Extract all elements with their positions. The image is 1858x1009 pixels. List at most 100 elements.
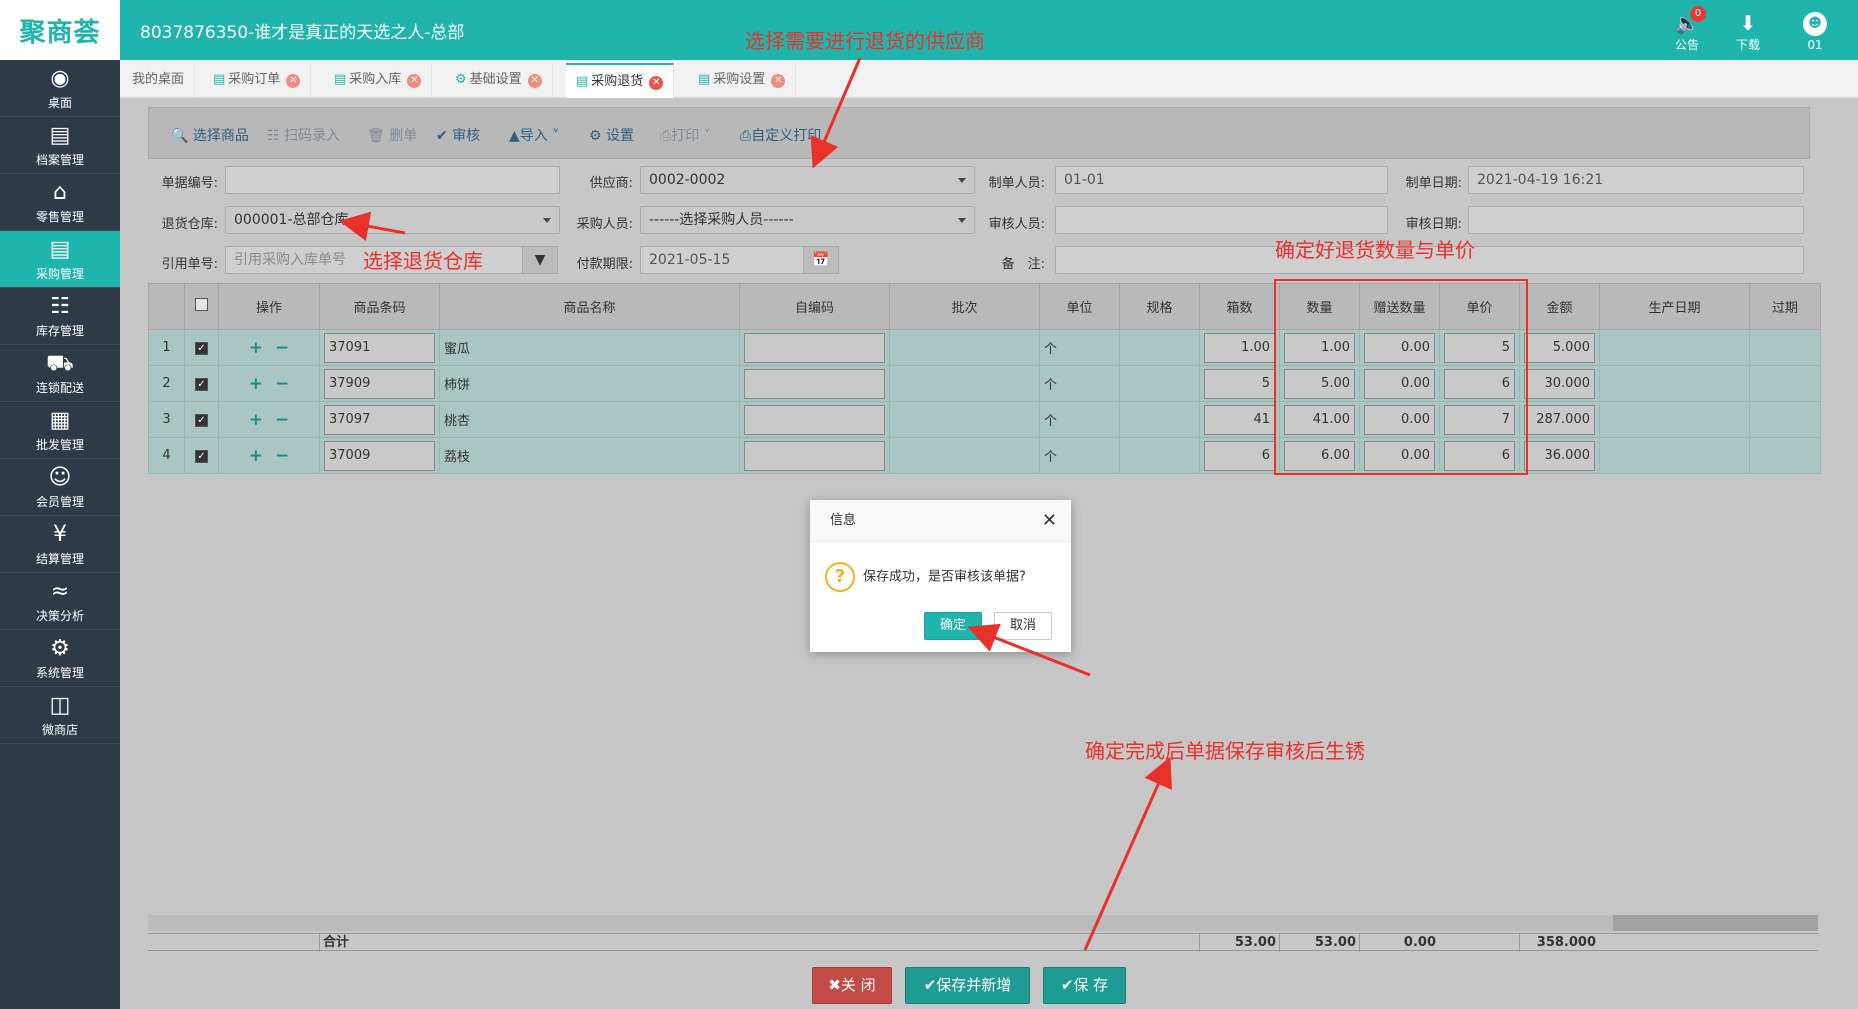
close-icon[interactable]: ✕ bbox=[407, 74, 422, 88]
row-checkbox[interactable]: ✓ bbox=[195, 342, 208, 355]
sidebar-item-archive[interactable]: ▤ 档案管理 bbox=[0, 117, 120, 174]
amount-input[interactable]: 5.000 bbox=[1524, 332, 1595, 363]
cancel-button[interactable]: 取消 bbox=[994, 612, 1052, 640]
filter-icon: ▼ bbox=[534, 252, 546, 268]
table-row[interactable]: 4 ✓ + − 37009 荔枝 个 6 6.00 0.00 6 36.000 bbox=[148, 437, 1821, 474]
confirm-dialog: 信息 ✕ ? 保存成功，是否审核该单据? 确定 取消 bbox=[810, 500, 1071, 652]
boxes-input[interactable]: 41 bbox=[1204, 404, 1275, 435]
user-menu[interactable]: ☻ 01 bbox=[1790, 10, 1840, 52]
print-button[interactable]: ⎙打印 ˅ bbox=[660, 125, 711, 145]
remove-row-button[interactable]: − bbox=[275, 374, 289, 394]
horizontal-scrollbar[interactable] bbox=[148, 915, 1818, 931]
barcode-input[interactable]: 37091 bbox=[324, 332, 435, 363]
close-icon[interactable]: ✕ bbox=[1042, 500, 1057, 542]
notice-button[interactable]: 🔈 0 公告 bbox=[1662, 6, 1712, 53]
remove-row-button[interactable]: − bbox=[275, 338, 289, 358]
close-button[interactable]: ✖关 闭 bbox=[812, 967, 892, 1004]
search-icon: 🔍 bbox=[171, 128, 189, 144]
amount-input[interactable]: 30.000 bbox=[1524, 368, 1595, 399]
select-all-checkbox[interactable] bbox=[195, 298, 208, 311]
download-button[interactable]: ⬇ 下载 bbox=[1723, 10, 1773, 53]
col-actions: 操作 bbox=[218, 283, 320, 330]
col-select-all[interactable] bbox=[184, 283, 219, 330]
avatar: ☻ bbox=[1803, 12, 1827, 36]
code-input[interactable] bbox=[744, 332, 885, 363]
sidebar-item-system[interactable]: ⚙ 系统管理 bbox=[0, 630, 120, 687]
add-row-button[interactable]: + bbox=[249, 410, 263, 430]
boxes-input[interactable]: 1.00 bbox=[1204, 332, 1275, 363]
doc-no-field[interactable] bbox=[225, 166, 560, 194]
save-button[interactable]: ✔保 存 bbox=[1043, 967, 1126, 1004]
sidebar-item-desktop[interactable]: ◉ 桌面 bbox=[0, 60, 120, 117]
tab-my-desktop[interactable]: 我的桌面 bbox=[122, 63, 196, 98]
remove-row-button[interactable]: − bbox=[275, 410, 289, 430]
amount-input[interactable]: 36.000 bbox=[1524, 440, 1595, 471]
close-icon[interactable]: ✕ bbox=[286, 74, 301, 88]
row-checkbox[interactable]: ✓ bbox=[195, 450, 208, 463]
download-icon: ⬇ bbox=[1739, 11, 1757, 35]
annotation-warehouse: 选择退货仓库 bbox=[363, 249, 483, 273]
printer-icon: ⎙ bbox=[740, 128, 752, 144]
chevron-down-icon: ˅ bbox=[703, 128, 711, 144]
sidebar-item-settlement[interactable]: ¥ 结算管理 bbox=[0, 516, 120, 573]
select-goods-button[interactable]: 🔍 选择商品 bbox=[171, 125, 249, 145]
pay-due-field[interactable]: 2021-05-15 bbox=[640, 246, 804, 274]
table-row[interactable]: 3 ✓ + − 37097 桃杏 个 41 41.00 0.00 7 287.00… bbox=[148, 401, 1821, 438]
save-and-new-button[interactable]: ✔保存并新增 bbox=[905, 967, 1030, 1004]
sidebar-item-microshop[interactable]: ◫ 微商店 bbox=[0, 687, 120, 744]
filter-button[interactable]: ▼ bbox=[522, 246, 558, 274]
row-checkbox[interactable]: ✓ bbox=[195, 378, 208, 391]
import-button[interactable]: ▲导入 ˅ bbox=[509, 125, 559, 145]
sidebar-item-delivery[interactable]: ⛟ 连锁配送 bbox=[0, 345, 120, 402]
ref-no-label: 引用单号: bbox=[161, 257, 218, 272]
close-icon[interactable]: ✕ bbox=[771, 74, 786, 88]
sidebar-item-wholesale[interactable]: ▦ 批发管理 bbox=[0, 402, 120, 459]
remove-row-button[interactable]: − bbox=[275, 446, 289, 466]
col-production-date: 生产日期 bbox=[1599, 283, 1750, 330]
remark-label: 备 注: bbox=[1001, 257, 1045, 272]
tab-purchase-inbound[interactable]: ▤ 采购入库 ✕ bbox=[324, 63, 433, 98]
code-input[interactable] bbox=[744, 368, 885, 399]
scrollbar-thumb[interactable] bbox=[148, 915, 1613, 931]
table-row[interactable]: 2 ✓ + − 37909 柿饼 个 5 5.00 0.00 6 30.000 bbox=[148, 365, 1821, 402]
add-row-button[interactable]: + bbox=[249, 338, 263, 358]
tab-basic-settings[interactable]: ⚙ 基础设置 ✕ bbox=[445, 63, 553, 98]
barcode-input[interactable]: 37909 bbox=[324, 368, 435, 399]
add-row-button[interactable]: + bbox=[249, 374, 263, 394]
row-checkbox[interactable]: ✓ bbox=[195, 414, 208, 427]
settings-button[interactable]: ⚙ 设置 bbox=[589, 125, 634, 145]
code-input[interactable] bbox=[744, 404, 885, 435]
close-icon[interactable]: ✕ bbox=[527, 74, 542, 88]
tab-purchase-return[interactable]: ▤ 采购退货 ✕ bbox=[566, 63, 675, 98]
buyer-label: 采购人员: bbox=[576, 217, 633, 232]
sidebar-item-member[interactable]: ☺ 会员管理 bbox=[0, 459, 120, 516]
barcode-input[interactable]: 37097 bbox=[324, 404, 435, 435]
confirm-button[interactable]: 确定 bbox=[924, 612, 982, 640]
barcode-input[interactable]: 37009 bbox=[324, 440, 435, 471]
summary-row: 合计 53.00 53.00 0.00 358.000 bbox=[148, 933, 1818, 952]
table-row[interactable]: 1 ✓ + − 37091 蜜瓜 个 1.00 1.00 0.00 5 5.000 bbox=[148, 329, 1821, 366]
sidebar-item-inventory[interactable]: ☷ 库存管理 bbox=[0, 288, 120, 345]
calendar-button[interactable]: 📅 bbox=[803, 246, 839, 274]
scan-entry-button[interactable]: ☷ 扫码录入 bbox=[267, 125, 340, 145]
chevron-down-icon bbox=[543, 218, 551, 223]
boxes-input[interactable]: 6 bbox=[1204, 440, 1275, 471]
delete-doc-button[interactable]: 🗑 删单 bbox=[367, 125, 417, 145]
supplier-select[interactable]: 0002-0002 bbox=[640, 166, 975, 194]
sidebar-item-analysis[interactable]: ≈ 决策分析 bbox=[0, 573, 120, 630]
code-input[interactable] bbox=[744, 440, 885, 471]
warehouse-select[interactable]: 000001-总部仓库 bbox=[225, 206, 560, 234]
col-index bbox=[148, 283, 185, 330]
tab-purchase-order[interactable]: ▤ 采购订单 ✕ bbox=[203, 63, 312, 98]
custom-print-button[interactable]: ⎙自定义打印 bbox=[740, 125, 821, 145]
sidebar-item-purchase[interactable]: ▤ 采购管理 bbox=[0, 231, 120, 288]
boxes-input[interactable]: 5 bbox=[1204, 368, 1275, 399]
add-row-button[interactable]: + bbox=[249, 446, 263, 466]
buyer-select[interactable]: ------选择采购人员------ bbox=[640, 206, 975, 234]
col-barcode: 商品条码 bbox=[319, 283, 440, 330]
audit-button[interactable]: ✔ 审核 bbox=[436, 125, 480, 145]
sidebar-item-retail[interactable]: ⌂ 零售管理 bbox=[0, 174, 120, 231]
amount-input[interactable]: 287.000 bbox=[1524, 404, 1595, 435]
close-icon[interactable]: ✕ bbox=[649, 76, 664, 90]
tab-purchase-settings[interactable]: ▤ 采购设置 ✕ bbox=[688, 63, 797, 98]
